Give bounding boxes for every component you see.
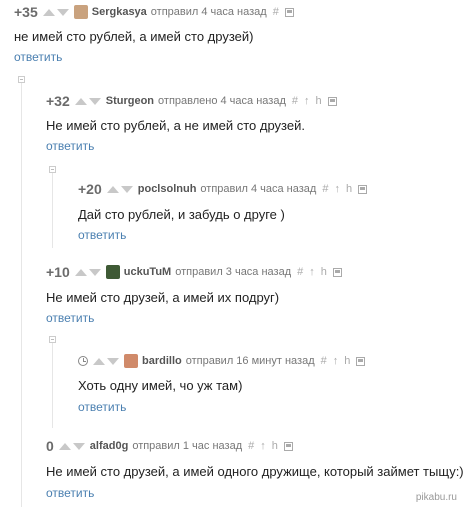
- comment-text: Дай сто рублей, и забудь о друге ): [78, 207, 285, 222]
- upvote-icon[interactable]: [58, 442, 71, 450]
- collapse-toggle-icon[interactable]: [49, 336, 56, 343]
- comment-author[interactable]: poclsolnuh: [138, 183, 197, 195]
- comment-rating: +32: [46, 93, 70, 109]
- thread-icon[interactable]: h: [321, 266, 327, 278]
- comment-timestamp: отправил 16 минут назад: [185, 355, 315, 367]
- reply-button[interactable]: ответить: [46, 139, 94, 153]
- comment-timestamp: отправлено 4 часа назад: [158, 95, 286, 107]
- upvote-icon[interactable]: [74, 97, 87, 105]
- comment-author[interactable]: alfad0g: [90, 440, 129, 452]
- comment-rating: +35: [14, 4, 38, 20]
- comment-text: Не имей сто друзей, а имей их подруг): [46, 290, 280, 305]
- comment-author[interactable]: bardillo: [142, 355, 182, 367]
- comment-author[interactable]: Sergkasya: [92, 6, 147, 18]
- hash-link-icon[interactable]: #: [248, 440, 254, 452]
- thread-icon[interactable]: h: [272, 440, 278, 452]
- parent-arrow-icon[interactable]: ↑: [333, 355, 339, 367]
- hash-link-icon[interactable]: #: [292, 95, 298, 107]
- upvote-icon[interactable]: [93, 357, 105, 365]
- upvote-icon[interactable]: [106, 185, 119, 193]
- watermark: pikabu.ru: [415, 492, 457, 503]
- hash-link-icon[interactable]: #: [273, 6, 279, 18]
- comment-text: Не имей сто друзей, а имей одного дружищ…: [46, 464, 463, 479]
- comment-text: Не имей сто рублей, а не имей сто друзей…: [46, 118, 305, 133]
- comment-timestamp: отправил 4 часа назад: [150, 6, 267, 18]
- comment-text: не имей сто рублей, а имей сто друзей): [14, 29, 254, 44]
- comment-rating: 0: [46, 438, 54, 454]
- collapse-toggle-icon[interactable]: [49, 166, 56, 173]
- comment-timestamp: отправил 3 часа назад: [175, 266, 292, 278]
- parent-arrow-icon[interactable]: ↑: [334, 183, 340, 195]
- hash-link-icon[interactable]: #: [322, 183, 328, 195]
- downvote-icon[interactable]: [88, 268, 101, 276]
- avatar[interactable]: [124, 354, 138, 368]
- reply-button[interactable]: ответить: [46, 311, 94, 325]
- parent-arrow-icon[interactable]: ↑: [309, 266, 315, 278]
- comment-text: Хоть одну имей, чо уж там): [78, 378, 243, 393]
- downvote-icon[interactable]: [56, 8, 69, 16]
- avatar[interactable]: [73, 5, 88, 19]
- comment-author[interactable]: Sturgeon: [106, 95, 154, 107]
- reply-button[interactable]: ответить: [14, 50, 62, 64]
- hash-link-icon[interactable]: #: [321, 355, 327, 367]
- comment-rating: +10: [46, 264, 70, 280]
- reply-button[interactable]: ответить: [46, 486, 94, 500]
- downvote-icon[interactable]: [107, 357, 119, 365]
- thread-line: [52, 172, 53, 248]
- save-icon[interactable]: [356, 356, 366, 366]
- comment-timestamp: отправил 4 часа назад: [200, 183, 317, 195]
- thread-line: [52, 342, 53, 428]
- parent-arrow-icon[interactable]: ↑: [260, 440, 266, 452]
- collapse-toggle-icon[interactable]: [18, 76, 25, 83]
- downvote-icon[interactable]: [88, 97, 101, 105]
- reply-button[interactable]: ответить: [78, 228, 126, 242]
- save-icon[interactable]: [327, 96, 337, 106]
- thread-icon[interactable]: h: [346, 183, 352, 195]
- save-icon[interactable]: [284, 7, 294, 17]
- downvote-icon[interactable]: [72, 442, 85, 450]
- downvote-icon[interactable]: [120, 185, 133, 193]
- comment-author[interactable]: uckuTuM: [124, 266, 171, 278]
- parent-arrow-icon[interactable]: ↑: [304, 95, 310, 107]
- thread-icon[interactable]: h: [315, 95, 321, 107]
- reply-button[interactable]: ответить: [78, 400, 126, 414]
- upvote-icon[interactable]: [74, 268, 87, 276]
- upvote-icon[interactable]: [42, 8, 55, 16]
- comment-rating: +20: [78, 181, 102, 197]
- thread-line: [21, 82, 22, 507]
- clock-icon: [78, 356, 88, 366]
- save-icon[interactable]: [358, 184, 368, 194]
- hash-link-icon[interactable]: #: [297, 266, 303, 278]
- thread-icon[interactable]: h: [344, 355, 350, 367]
- save-icon[interactable]: [332, 267, 342, 277]
- save-icon[interactable]: [283, 441, 293, 451]
- comment-timestamp: отправил 1 час назад: [132, 440, 243, 452]
- avatar[interactable]: [105, 265, 120, 279]
